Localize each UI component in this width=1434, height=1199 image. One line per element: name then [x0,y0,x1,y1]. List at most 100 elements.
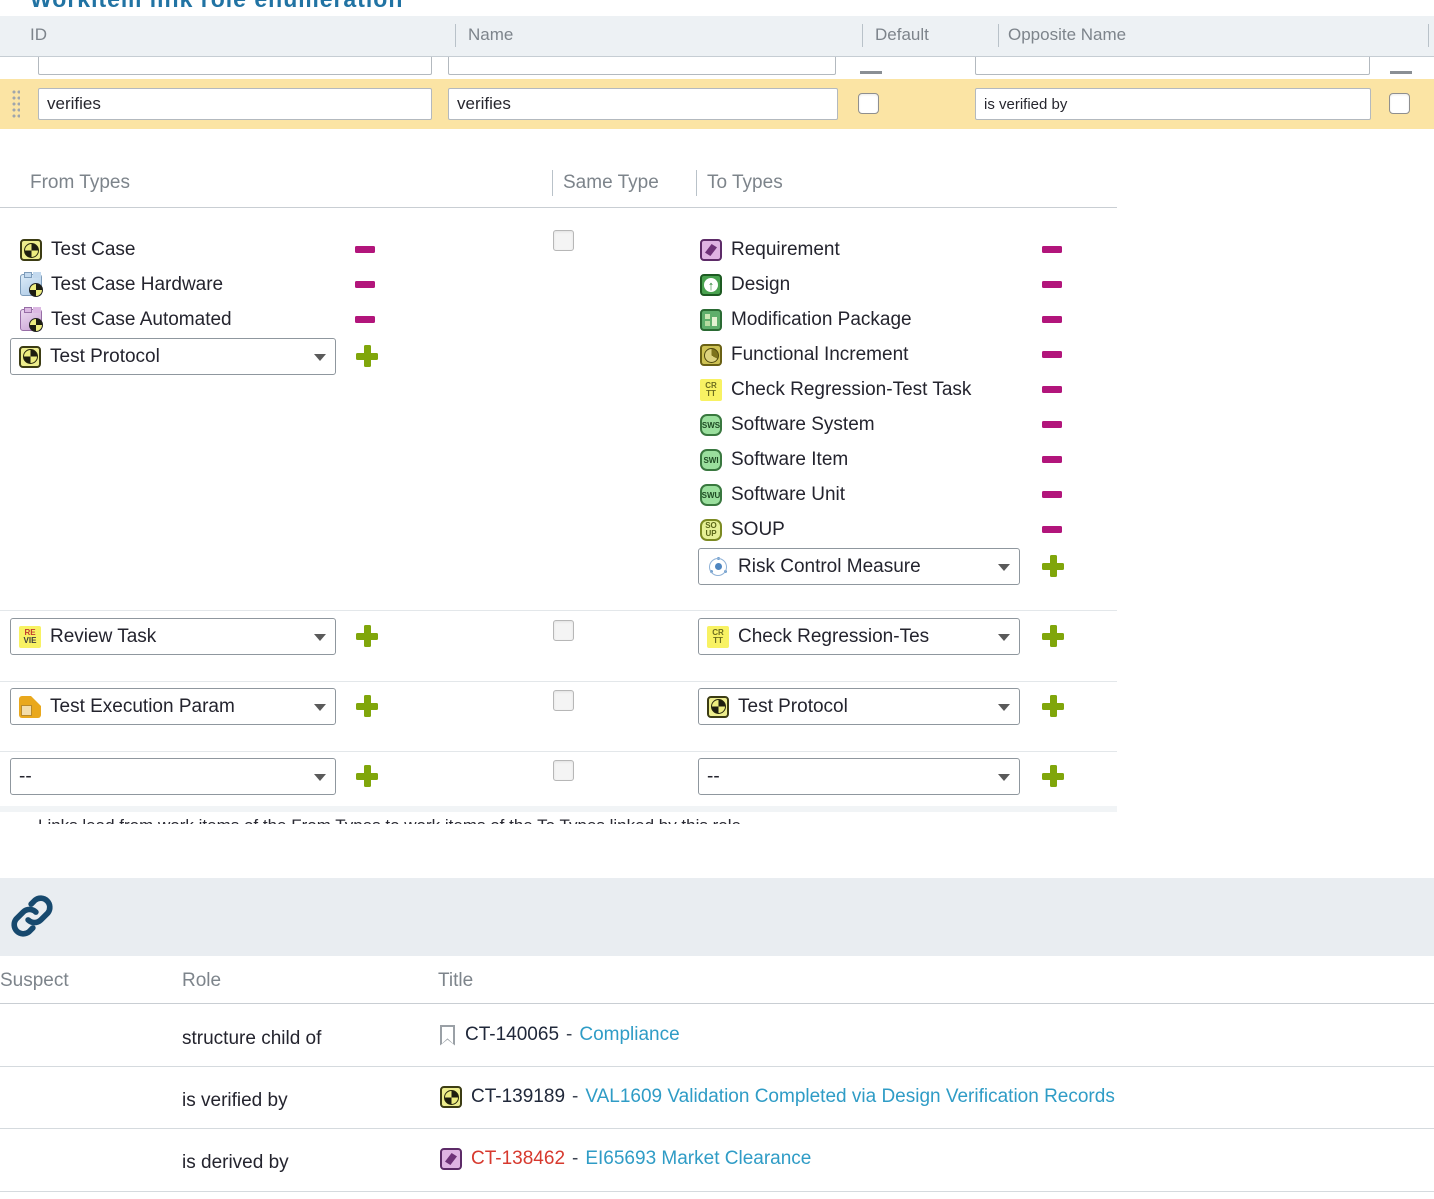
link-roles-header-band: ID Name Default Opposite Name [0,16,1434,57]
from-type-item: Test Case [20,236,135,264]
link-role-row-verifies [0,79,1434,129]
to-type-item: SOUP [700,516,785,544]
row-divider [0,751,1117,752]
to-type-select[interactable]: Check Regression-Tes [698,618,1020,655]
soup-icon [700,519,722,541]
to-type-item: Design [700,271,790,299]
remove-to-type-button[interactable] [1042,281,1062,288]
suspect-checkbox-partial [1390,71,1412,74]
row-divider [0,1128,1434,1129]
remove-to-type-button[interactable] [1042,526,1062,533]
column-divider [696,170,697,196]
opposite-name-input[interactable] [975,88,1371,120]
section-separator [0,806,1117,812]
add-from-type-button[interactable] [356,695,378,717]
remove-from-type-button[interactable] [355,246,375,253]
check-regression-test-task-icon [707,626,729,648]
id-input-partial[interactable] [38,57,432,75]
default-checkbox[interactable] [858,93,879,114]
remove-to-type-button[interactable] [1042,316,1062,323]
linked-work-items-band: Linked Work Items [0,878,1434,956]
remove-to-type-button[interactable] [1042,246,1062,253]
same-type-checkbox[interactable] [553,230,574,251]
work-item-id-suspect: CT-138462 [471,1148,565,1170]
linked-item-title-cell: CT-138462 - EI65693 Market Clearance [440,1148,811,1170]
test-case-automated-icon [20,309,42,331]
from-types-header: From Types [30,172,130,194]
add-to-type-button[interactable] [1042,765,1064,787]
design-icon [700,274,722,296]
to-types-header: To Types [707,172,783,194]
row-divider [0,681,1117,682]
to-type-item: Software Unit [700,481,845,509]
test-case-icon [440,1086,462,1108]
linked-item-role: structure child of [182,1028,321,1050]
from-type-item: Test Case Hardware [20,271,223,299]
to-type-item: Software Item [700,446,848,474]
add-from-type-button[interactable] [356,345,378,367]
to-type-select[interactable]: -- [698,758,1020,795]
to-type-item: Requirement [700,236,840,264]
header-underline [0,207,1117,208]
name-input[interactable] [448,88,838,120]
work-item-link[interactable]: Compliance [579,1024,679,1046]
requirement-icon [700,239,722,261]
bookmark-icon [440,1025,455,1046]
row-divider [0,610,1117,611]
software-item-icon [700,449,722,471]
to-type-select[interactable]: Test Protocol [698,688,1020,725]
header-underline [0,1003,1434,1004]
work-item-link[interactable]: EI65693 Market Clearance [585,1148,811,1170]
same-type-checkbox[interactable] [553,760,574,781]
requirement-icon [440,1148,462,1170]
test-protocol-icon [707,696,729,718]
column-header-opposite-name: Opposite Name [1008,25,1126,45]
column-header-role: Role [182,970,221,992]
check-regression-test-task-icon [700,379,722,401]
work-item-id: CT-139189 [471,1086,565,1108]
linked-item-role: is derived by [182,1152,289,1174]
remove-from-type-button[interactable] [355,316,375,323]
link-chain-icon [6,890,58,942]
same-type-checkbox[interactable] [553,620,574,641]
add-to-type-button[interactable] [1042,625,1064,647]
add-from-type-button[interactable] [356,625,378,647]
remove-to-type-button[interactable] [1042,351,1062,358]
remove-from-type-button[interactable] [355,281,375,288]
remove-to-type-button[interactable] [1042,456,1062,463]
same-type-header: Same Type [563,172,659,194]
opposite-name-input-partial[interactable] [975,57,1370,75]
work-item-link[interactable]: VAL1609 Validation Completed via Design … [585,1086,1115,1108]
functional-increment-icon [700,344,722,366]
work-item-id: CT-140065 [465,1024,559,1046]
row-checkbox[interactable] [1389,93,1410,114]
to-type-item: Modification Package [700,306,912,334]
row-divider [0,1066,1434,1067]
test-execution-parameter-icon [19,696,41,718]
remove-to-type-button[interactable] [1042,421,1062,428]
name-input-partial[interactable] [448,57,836,75]
test-protocol-icon [19,346,41,368]
from-type-select[interactable]: Test Execution Param [10,688,336,725]
add-from-type-button[interactable] [356,765,378,787]
software-system-icon [700,414,722,436]
from-type-select[interactable]: Test Protocol [10,338,336,375]
same-type-checkbox[interactable] [553,690,574,711]
add-to-type-button[interactable] [1042,695,1064,717]
column-divider [455,24,456,47]
column-divider [862,24,863,47]
to-type-select[interactable]: Risk Control Measure [698,548,1020,585]
column-header-default: Default [875,25,929,45]
remove-to-type-button[interactable] [1042,386,1062,393]
id-input[interactable] [38,88,432,120]
remove-to-type-button[interactable] [1042,491,1062,498]
add-to-type-button[interactable] [1042,555,1064,577]
from-type-select[interactable]: Review Task [10,618,336,655]
drag-handle-icon[interactable] [12,90,20,118]
column-header-name: Name [468,25,513,45]
column-header-id: ID [30,25,47,45]
linked-item-title-cell: CT-140065 - Compliance [440,1024,680,1046]
column-divider [1428,24,1429,47]
from-type-select[interactable]: -- [10,758,336,795]
review-task-icon [19,626,41,648]
